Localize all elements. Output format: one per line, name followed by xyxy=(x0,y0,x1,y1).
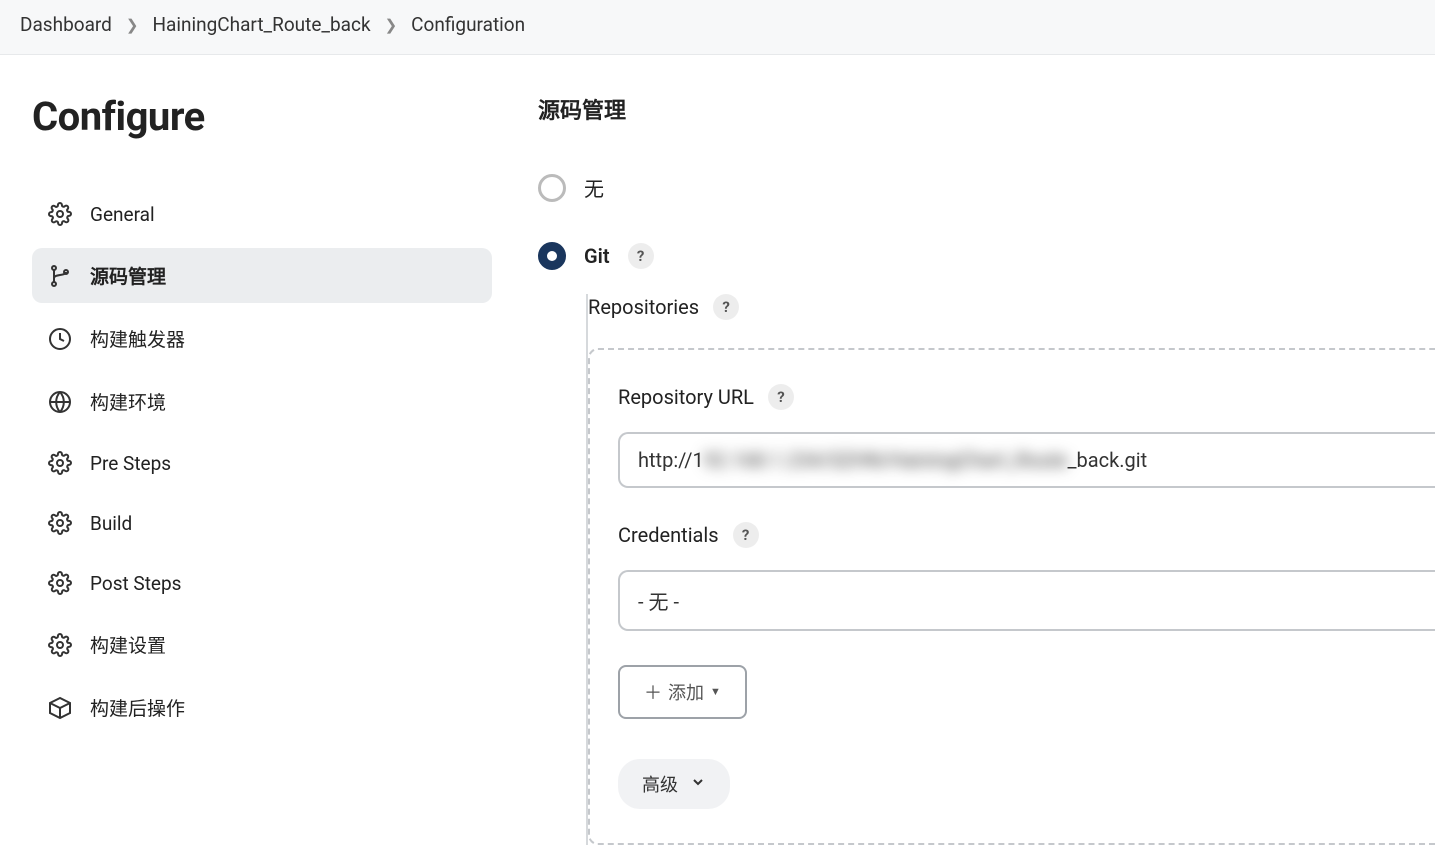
chevron-right-icon: ❯ xyxy=(126,16,139,34)
help-icon[interactable]: ? xyxy=(768,384,794,410)
credentials-field: Credentials ? - 无 - xyxy=(618,522,1435,631)
sidebar: Configure General 源码管理 构建触发器 xyxy=(0,55,510,847)
globe-icon xyxy=(48,390,72,414)
sidebar-item-label: 构建后操作 xyxy=(90,694,185,721)
radio-none[interactable] xyxy=(538,174,566,202)
scm-option-git[interactable]: Git ? xyxy=(538,242,1435,270)
chevron-right-icon: ❯ xyxy=(385,16,398,34)
help-icon[interactable]: ? xyxy=(713,294,739,320)
package-icon xyxy=(48,696,72,720)
sidebar-item-general[interactable]: General xyxy=(32,188,492,240)
credentials-label: Credentials xyxy=(618,523,719,547)
git-section: Repositories ? Repository URL ? http://1… xyxy=(586,294,1435,845)
repositories-label: Repositories xyxy=(588,295,699,319)
gear-icon xyxy=(48,571,72,595)
main-content: 源码管理 无 Git ? Repositories ? Repository U… xyxy=(510,55,1435,847)
sidebar-item-label: 构建设置 xyxy=(90,631,166,658)
sidebar-item-environment[interactable]: 构建环境 xyxy=(32,374,492,429)
chevron-down-icon xyxy=(690,774,706,795)
branch-icon xyxy=(48,264,72,288)
add-button-label: 添加 xyxy=(668,679,704,705)
add-credentials-button[interactable]: ＋添加 ▼ xyxy=(618,665,747,719)
clock-icon xyxy=(48,327,72,351)
breadcrumb: Dashboard ❯ HainingChart_Route_back ❯ Co… xyxy=(0,0,1435,55)
breadcrumb-item-configuration[interactable]: Configuration xyxy=(411,13,525,36)
advanced-button[interactable]: 高级 xyxy=(618,759,730,809)
page-title: Configure xyxy=(32,93,492,140)
plus-icon: ＋ xyxy=(644,679,662,705)
sidebar-item-post-steps[interactable]: Post Steps xyxy=(32,557,492,609)
sidebar-item-label: Pre Steps xyxy=(90,452,171,475)
help-icon[interactable]: ? xyxy=(733,522,759,548)
sidebar-item-pre-steps[interactable]: Pre Steps xyxy=(32,437,492,489)
sidebar-item-label: 构建环境 xyxy=(90,388,166,415)
sidebar-item-triggers[interactable]: 构建触发器 xyxy=(32,311,492,366)
breadcrumb-item-dashboard[interactable]: Dashboard xyxy=(20,13,112,36)
repo-url-input[interactable]: http://192.168.1.234/SZHN/HainingChart_R… xyxy=(618,432,1435,488)
advanced-label: 高级 xyxy=(642,771,678,797)
gear-icon xyxy=(48,451,72,475)
section-title: 源码管理 xyxy=(538,93,1435,125)
credentials-select[interactable]: - 无 - xyxy=(618,570,1435,631)
scm-option-none[interactable]: 无 xyxy=(538,173,1435,202)
sidebar-item-build[interactable]: Build xyxy=(32,497,492,549)
sidebar-item-label: General xyxy=(90,203,155,226)
sidebar-item-label: 构建触发器 xyxy=(90,325,185,352)
repository-box: Repository URL ? http://192.168.1.234/SZ… xyxy=(588,348,1435,845)
caret-down-icon: ▼ xyxy=(710,686,721,698)
sidebar-item-label: Build xyxy=(90,512,132,535)
breadcrumb-item-project[interactable]: HainingChart_Route_back xyxy=(152,13,370,36)
sidebar-item-build-settings[interactable]: 构建设置 xyxy=(32,617,492,672)
repositories-label-row: Repositories ? xyxy=(588,294,1435,348)
gear-icon xyxy=(48,511,72,535)
repo-url-field: Repository URL ? http://192.168.1.234/SZ… xyxy=(618,384,1435,488)
sidebar-item-post-build[interactable]: 构建后操作 xyxy=(32,680,492,735)
sidebar-item-scm[interactable]: 源码管理 xyxy=(32,248,492,303)
radio-git[interactable] xyxy=(538,242,566,270)
sidebar-item-label: Post Steps xyxy=(90,572,181,595)
scm-radio-group: 无 Git ? xyxy=(538,173,1435,270)
gear-icon xyxy=(48,202,72,226)
sidebar-nav: General 源码管理 构建触发器 构建环境 xyxy=(32,188,492,735)
radio-git-label: Git xyxy=(584,244,610,268)
radio-none-label: 无 xyxy=(584,173,604,202)
help-icon[interactable]: ? xyxy=(628,243,654,269)
repo-url-label: Repository URL xyxy=(618,385,754,409)
gear-icon xyxy=(48,633,72,657)
sidebar-item-label: 源码管理 xyxy=(90,262,166,289)
